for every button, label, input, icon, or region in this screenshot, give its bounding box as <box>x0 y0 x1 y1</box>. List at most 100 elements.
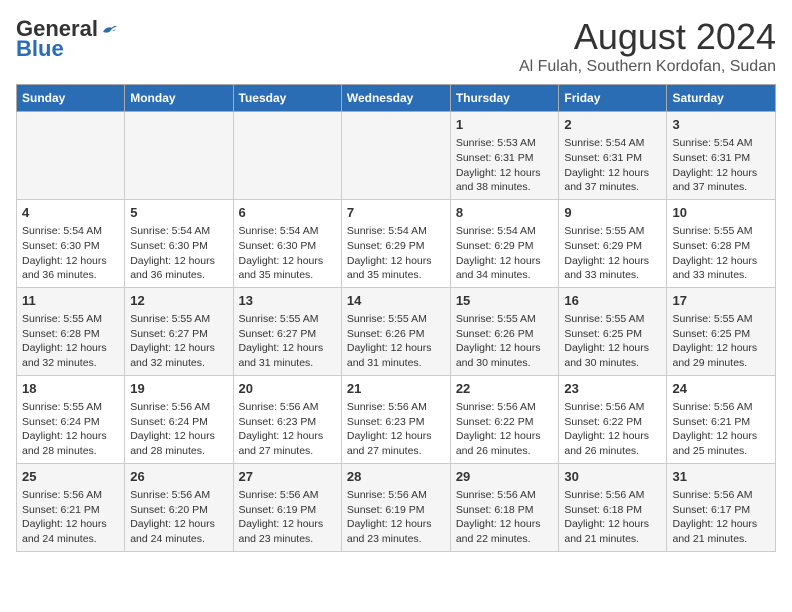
header-monday: Monday <box>125 85 233 112</box>
calendar-cell: 4 Sunrise: 5:54 AM Sunset: 6:30 PM Daylig… <box>17 199 125 287</box>
day-number: 11 <box>22 292 119 310</box>
day-number: 28 <box>347 468 445 486</box>
week-row-5: 25 Sunrise: 5:56 AM Sunset: 6:21 PM Dayli… <box>17 463 776 551</box>
cell-content: Sunrise: 5:55 AM Sunset: 6:28 PM Dayligh… <box>672 224 770 283</box>
day-number: 24 <box>672 380 770 398</box>
header-friday: Friday <box>559 85 667 112</box>
cell-content: Sunrise: 5:54 AM Sunset: 6:30 PM Dayligh… <box>239 224 336 283</box>
calendar-cell: 30Sunrise: 5:56 AM Sunset: 6:18 PM Dayli… <box>559 463 667 551</box>
week-row-2: 4 Sunrise: 5:54 AM Sunset: 6:30 PM Daylig… <box>17 199 776 287</box>
header-row: SundayMondayTuesdayWednesdayThursdayFrid… <box>17 85 776 112</box>
day-number: 27 <box>239 468 336 486</box>
cell-content: Sunrise: 5:56 AM Sunset: 6:21 PM Dayligh… <box>672 400 770 459</box>
header-wednesday: Wednesday <box>341 85 450 112</box>
week-row-4: 18 Sunrise: 5:55 AM Sunset: 6:24 PM Dayli… <box>17 375 776 463</box>
header-tuesday: Tuesday <box>233 85 341 112</box>
calendar-cell: 18 Sunrise: 5:55 AM Sunset: 6:24 PM Dayli… <box>17 375 125 463</box>
calendar-cell: 19 Sunrise: 5:56 AM Sunset: 6:24 PM Dayli… <box>125 375 233 463</box>
calendar-cell: 14 Sunrise: 5:55 AM Sunset: 6:26 PM Dayli… <box>341 287 450 375</box>
day-number: 15 <box>456 292 554 310</box>
day-number: 29 <box>456 468 554 486</box>
day-number: 12 <box>130 292 227 310</box>
cell-content: Sunrise: 5:55 AM Sunset: 6:26 PM Dayligh… <box>456 312 554 371</box>
day-number: 22 <box>456 380 554 398</box>
day-number: 6 <box>239 204 336 222</box>
calendar-cell: 15 Sunrise: 5:55 AM Sunset: 6:26 PM Dayli… <box>450 287 559 375</box>
calendar-cell: 11Sunrise: 5:55 AM Sunset: 6:28 PM Dayli… <box>17 287 125 375</box>
calendar-cell: 26Sunrise: 5:56 AM Sunset: 6:20 PM Dayli… <box>125 463 233 551</box>
cell-content: Sunrise: 5:56 AM Sunset: 6:23 PM Dayligh… <box>239 400 336 459</box>
calendar-cell: 9Sunrise: 5:55 AM Sunset: 6:29 PM Daylig… <box>559 199 667 287</box>
day-number: 16 <box>564 292 661 310</box>
logo-bird-icon <box>100 20 118 38</box>
calendar-title: August 2024 <box>519 16 776 58</box>
cell-content: Sunrise: 5:56 AM Sunset: 6:23 PM Dayligh… <box>347 400 445 459</box>
calendar-cell: 20Sunrise: 5:56 AM Sunset: 6:23 PM Dayli… <box>233 375 341 463</box>
calendar-cell: 21 Sunrise: 5:56 AM Sunset: 6:23 PM Dayli… <box>341 375 450 463</box>
calendar-cell: 28 Sunrise: 5:56 AM Sunset: 6:19 PM Dayli… <box>341 463 450 551</box>
calendar-cell: 16Sunrise: 5:55 AM Sunset: 6:25 PM Dayli… <box>559 287 667 375</box>
calendar-cell <box>341 112 450 200</box>
title-block: August 2024 Al Fulah, Southern Kordofan,… <box>519 16 776 76</box>
day-number: 17 <box>672 292 770 310</box>
day-number: 5 <box>130 204 227 222</box>
calendar-cell: 5 Sunrise: 5:54 AM Sunset: 6:30 PM Daylig… <box>125 199 233 287</box>
header-sunday: Sunday <box>17 85 125 112</box>
day-number: 7 <box>347 204 445 222</box>
cell-content: Sunrise: 5:54 AM Sunset: 6:31 PM Dayligh… <box>672 136 770 195</box>
cell-content: Sunrise: 5:56 AM Sunset: 6:22 PM Dayligh… <box>564 400 661 459</box>
cell-content: Sunrise: 5:55 AM Sunset: 6:26 PM Dayligh… <box>347 312 445 371</box>
calendar-cell: 10Sunrise: 5:55 AM Sunset: 6:28 PM Dayli… <box>667 199 776 287</box>
calendar-cell: 6 Sunrise: 5:54 AM Sunset: 6:30 PM Daylig… <box>233 199 341 287</box>
calendar-cell: 23 Sunrise: 5:56 AM Sunset: 6:22 PM Dayli… <box>559 375 667 463</box>
day-number: 19 <box>130 380 227 398</box>
calendar-cell: 31Sunrise: 5:56 AM Sunset: 6:17 PM Dayli… <box>667 463 776 551</box>
week-row-3: 11Sunrise: 5:55 AM Sunset: 6:28 PM Dayli… <box>17 287 776 375</box>
calendar-subtitle: Al Fulah, Southern Kordofan, Sudan <box>519 58 776 76</box>
cell-content: Sunrise: 5:55 AM Sunset: 6:27 PM Dayligh… <box>239 312 336 371</box>
header-thursday: Thursday <box>450 85 559 112</box>
cell-content: Sunrise: 5:56 AM Sunset: 6:19 PM Dayligh… <box>347 488 445 547</box>
calendar-cell: 2Sunrise: 5:54 AM Sunset: 6:31 PM Daylig… <box>559 112 667 200</box>
cell-content: Sunrise: 5:56 AM Sunset: 6:22 PM Dayligh… <box>456 400 554 459</box>
day-number: 18 <box>22 380 119 398</box>
calendar-cell: 17 Sunrise: 5:55 AM Sunset: 6:25 PM Dayli… <box>667 287 776 375</box>
calendar-cell: 7 Sunrise: 5:54 AM Sunset: 6:29 PM Daylig… <box>341 199 450 287</box>
calendar-cell: 8Sunrise: 5:54 AM Sunset: 6:29 PM Daylig… <box>450 199 559 287</box>
cell-content: Sunrise: 5:56 AM Sunset: 6:19 PM Dayligh… <box>239 488 336 547</box>
cell-content: Sunrise: 5:54 AM Sunset: 6:30 PM Dayligh… <box>22 224 119 283</box>
cell-content: Sunrise: 5:56 AM Sunset: 6:18 PM Dayligh… <box>564 488 661 547</box>
day-number: 3 <box>672 116 770 134</box>
day-number: 14 <box>347 292 445 310</box>
cell-content: Sunrise: 5:56 AM Sunset: 6:21 PM Dayligh… <box>22 488 119 547</box>
calendar-cell <box>233 112 341 200</box>
page-header: General Blue August 2024 Al Fulah, South… <box>16 16 776 76</box>
calendar-cell: 29 Sunrise: 5:56 AM Sunset: 6:18 PM Dayli… <box>450 463 559 551</box>
cell-content: Sunrise: 5:55 AM Sunset: 6:24 PM Dayligh… <box>22 400 119 459</box>
day-number: 23 <box>564 380 661 398</box>
day-number: 21 <box>347 380 445 398</box>
calendar-cell: 25 Sunrise: 5:56 AM Sunset: 6:21 PM Dayli… <box>17 463 125 551</box>
day-number: 25 <box>22 468 119 486</box>
calendar-cell: 22 Sunrise: 5:56 AM Sunset: 6:22 PM Dayli… <box>450 375 559 463</box>
cell-content: Sunrise: 5:54 AM Sunset: 6:30 PM Dayligh… <box>130 224 227 283</box>
cell-content: Sunrise: 5:55 AM Sunset: 6:27 PM Dayligh… <box>130 312 227 371</box>
day-number: 4 <box>22 204 119 222</box>
cell-content: Sunrise: 5:56 AM Sunset: 6:24 PM Dayligh… <box>130 400 227 459</box>
week-row-1: 1Sunrise: 5:53 AM Sunset: 6:31 PM Daylig… <box>17 112 776 200</box>
cell-content: Sunrise: 5:56 AM Sunset: 6:18 PM Dayligh… <box>456 488 554 547</box>
day-number: 2 <box>564 116 661 134</box>
calendar-cell: 3 Sunrise: 5:54 AM Sunset: 6:31 PM Daylig… <box>667 112 776 200</box>
calendar-cell: 27 Sunrise: 5:56 AM Sunset: 6:19 PM Dayli… <box>233 463 341 551</box>
logo-blue-text: Blue <box>16 36 64 62</box>
cell-content: Sunrise: 5:55 AM Sunset: 6:25 PM Dayligh… <box>672 312 770 371</box>
calendar-cell: 12 Sunrise: 5:55 AM Sunset: 6:27 PM Dayli… <box>125 287 233 375</box>
cell-content: Sunrise: 5:56 AM Sunset: 6:20 PM Dayligh… <box>130 488 227 547</box>
calendar-cell: 1Sunrise: 5:53 AM Sunset: 6:31 PM Daylig… <box>450 112 559 200</box>
day-number: 31 <box>672 468 770 486</box>
logo: General Blue <box>16 16 118 62</box>
cell-content: Sunrise: 5:54 AM Sunset: 6:29 PM Dayligh… <box>347 224 445 283</box>
calendar-cell <box>17 112 125 200</box>
day-number: 1 <box>456 116 554 134</box>
calendar-table: SundayMondayTuesdayWednesdayThursdayFrid… <box>16 84 776 552</box>
